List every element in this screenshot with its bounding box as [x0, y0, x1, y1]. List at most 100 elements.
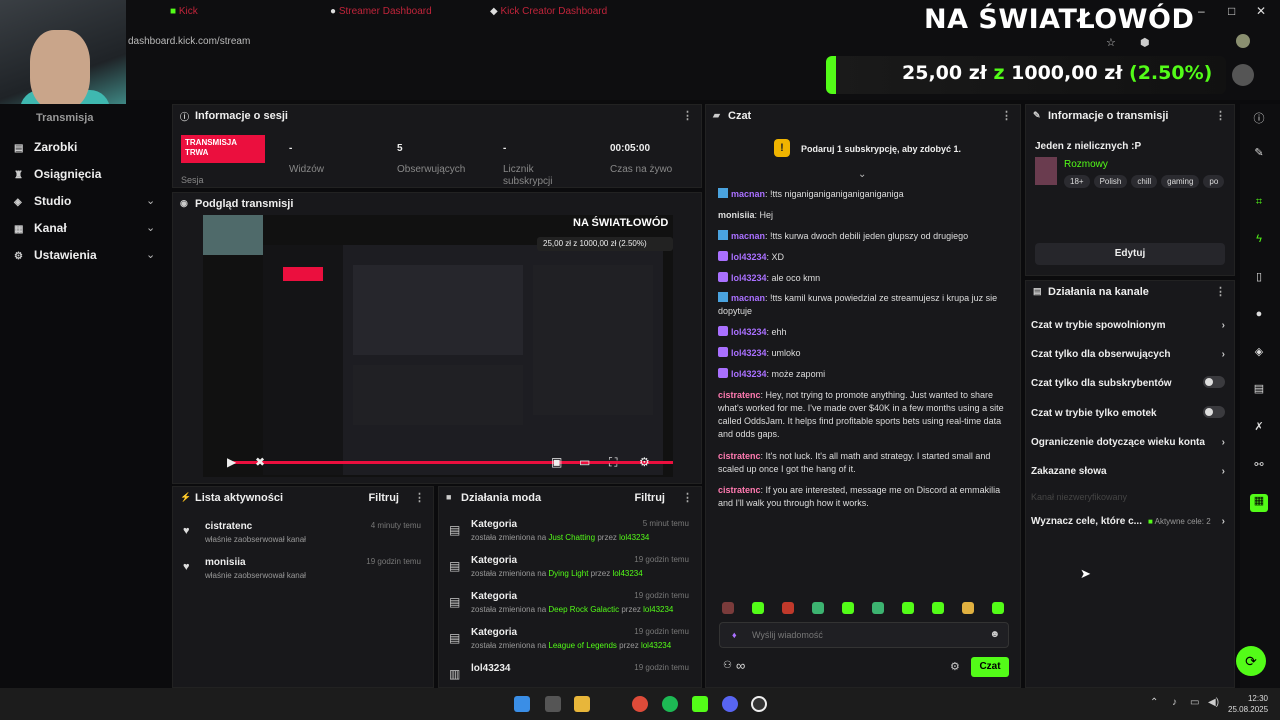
maximize-icon[interactable]: □	[1228, 4, 1235, 24]
tag[interactable]: po	[1203, 175, 1225, 188]
emote-icon[interactable]	[902, 602, 914, 614]
chat-username[interactable]: monisiia	[718, 210, 755, 220]
chevron-down-icon[interactable]: ⌄	[146, 248, 155, 261]
nav-item-studio[interactable]: ◈ Studio	[14, 194, 71, 208]
mic-icon[interactable]: ♪	[1172, 697, 1177, 708]
edit-icon[interactable]: ✎	[1250, 146, 1268, 164]
emote-icon[interactable]	[782, 602, 794, 614]
nav-item-ustawienia[interactable]: ⚙ Ustawienia	[14, 248, 97, 262]
pip-icon[interactable]: ▣	[551, 455, 562, 469]
volume-icon[interactable]: ◀)	[1208, 697, 1219, 708]
bolt-icon[interactable]: ϟ	[1250, 233, 1268, 251]
channel-action-row[interactable]: Zakazane słowa ›	[1031, 466, 1227, 477]
nav-item-kanal[interactable]: ▦ Kanał	[14, 221, 67, 235]
more-icon[interactable]: ⋮	[1215, 285, 1226, 298]
chevron-down-icon[interactable]: ⌄	[146, 221, 155, 234]
info-icon[interactable]: ⓘ	[1250, 110, 1268, 128]
gift-promo[interactable]: Podaruj 1 subskrypcję, aby zdobyć 1.	[801, 144, 961, 154]
more-icon[interactable]: ⋮	[682, 491, 693, 504]
wrench-icon[interactable]: ✗	[1250, 420, 1268, 438]
chat-username[interactable]: lol43234	[731, 327, 767, 337]
emote-icon[interactable]	[992, 602, 1004, 614]
chat-username[interactable]: lol43234	[731, 252, 767, 262]
kick-app-icon[interactable]	[692, 696, 708, 712]
browser-tab-3[interactable]: ◆ Kick Creator Dashboard	[490, 6, 607, 22]
chat-username[interactable]: lol43234	[731, 369, 767, 379]
star-icon[interactable]: ☆	[1106, 36, 1116, 49]
nav-item-zarobki[interactable]: ▤ Zarobki	[14, 140, 77, 154]
settings-icon[interactable]: ⚙	[639, 455, 650, 469]
chat-username[interactable]: lol43234	[731, 273, 767, 283]
browser-tab-1[interactable]: ■ Kick	[170, 6, 198, 22]
channel-action-row[interactable]: Czat tylko dla obserwujących ›	[1031, 349, 1227, 360]
tag[interactable]: gaming	[1161, 175, 1200, 188]
filter-button[interactable]: Filtruj	[634, 492, 665, 504]
chevron-down-icon[interactable]: ⌄	[858, 169, 866, 180]
category-name[interactable]: Rozmowy	[1064, 159, 1108, 170]
discord-icon[interactable]	[722, 696, 738, 712]
chat-username[interactable]: lol43234	[731, 348, 767, 358]
extension-icon[interactable]: ⬢	[1140, 36, 1150, 49]
tray-chevron-icon[interactable]: ⌃	[1150, 697, 1158, 708]
message-icon[interactable]: ●	[1250, 308, 1268, 326]
tag[interactable]: Polish	[1093, 175, 1128, 188]
nav-item-transmisja[interactable]: Transmisja	[36, 112, 93, 124]
task-view-icon[interactable]	[545, 696, 561, 712]
chat-username[interactable]: macnan	[731, 293, 765, 303]
channel-action-row[interactable]: Ograniczenie dotyczące wieku konta ›	[1031, 437, 1227, 448]
obs-icon[interactable]	[751, 696, 767, 712]
emote-icon[interactable]	[932, 602, 944, 614]
close-icon[interactable]: ✕	[1256, 4, 1266, 24]
share-icon[interactable]: ⚯	[1250, 458, 1268, 476]
emoji-icon[interactable]: ☻	[989, 629, 1000, 640]
chevron-down-icon[interactable]: ⌄	[146, 194, 155, 207]
play-icon[interactable]: ▶	[227, 455, 236, 469]
people-icon[interactable]: ⚇	[723, 660, 732, 671]
more-icon[interactable]: ⋮	[414, 491, 425, 504]
network-icon[interactable]: ▭	[1190, 697, 1199, 708]
layout-icon[interactable]: ▤	[1250, 382, 1268, 400]
more-icon[interactable]: ⋮	[1001, 109, 1012, 122]
chat-username[interactable]: macnan	[731, 189, 765, 199]
taskbar-clock[interactable]: 12:30 25.08.2025	[1228, 693, 1268, 715]
chat-settings-icon[interactable]: ⚙	[950, 660, 960, 673]
chat-username[interactable]: cistratenc	[718, 485, 761, 495]
browser-tab-2[interactable]: ● Streamer Dashboard	[330, 6, 432, 22]
emote-picker-icon[interactable]: ♦	[732, 630, 737, 640]
emote-icon[interactable]	[962, 602, 974, 614]
emote-icon[interactable]	[872, 602, 884, 614]
chat-username[interactable]: cistratenc	[718, 390, 761, 400]
more-icon[interactable]: ⋮	[682, 109, 693, 122]
emote-icon[interactable]	[722, 602, 734, 614]
fullscreen-icon[interactable]: ⛶	[609, 455, 617, 470]
emote-icon[interactable]	[812, 602, 824, 614]
emote-icon[interactable]	[842, 602, 854, 614]
more-icon[interactable]: ⋮	[1215, 109, 1226, 122]
send-chat-button[interactable]: Czat	[971, 657, 1009, 677]
profile-avatar[interactable]	[1236, 34, 1250, 48]
broadcast-icon[interactable]: ◈	[1250, 345, 1268, 363]
chrome-icon[interactable]	[632, 696, 648, 712]
edit-button[interactable]: Edytuj	[1035, 243, 1225, 265]
app-icon[interactable]: ▦	[1250, 494, 1268, 512]
filter-button[interactable]: Filtruj	[368, 492, 399, 504]
toggle-switch[interactable]	[1203, 376, 1225, 388]
mute-icon[interactable]: ✖	[255, 455, 265, 469]
document-icon[interactable]: ▯	[1250, 270, 1268, 288]
theater-icon[interactable]: ▭	[579, 455, 590, 469]
address-bar[interactable]: dashboard.kick.com/stream	[120, 32, 920, 52]
spotify-icon[interactable]	[662, 696, 678, 712]
chat-input[interactable]: ♦ Wyślij wiadomość ☻	[719, 622, 1009, 648]
stream-preview[interactable]: NA ŚWIATŁOWÓD 25,00 zł z 1000,00 zł (2.5…	[203, 215, 673, 477]
file-explorer-icon[interactable]	[574, 696, 590, 712]
chat-username[interactable]: cistratenc	[718, 451, 761, 461]
tag[interactable]: 18+	[1064, 175, 1090, 188]
support-icon[interactable]: ⟳	[1236, 646, 1266, 676]
windows-start-icon[interactable]	[514, 696, 530, 712]
channel-action-row[interactable]: Czat w trybie spowolnionym ›	[1031, 320, 1227, 331]
chat-username[interactable]: macnan	[731, 231, 765, 241]
scan-icon[interactable]: ⌗	[1250, 196, 1268, 214]
nav-item-osiagniecia[interactable]: ♜ Osiągnięcia	[14, 167, 101, 181]
tag[interactable]: chill	[1131, 175, 1158, 188]
channel-action-row[interactable]: Czat w trybie tylko emotek	[1031, 406, 1227, 419]
